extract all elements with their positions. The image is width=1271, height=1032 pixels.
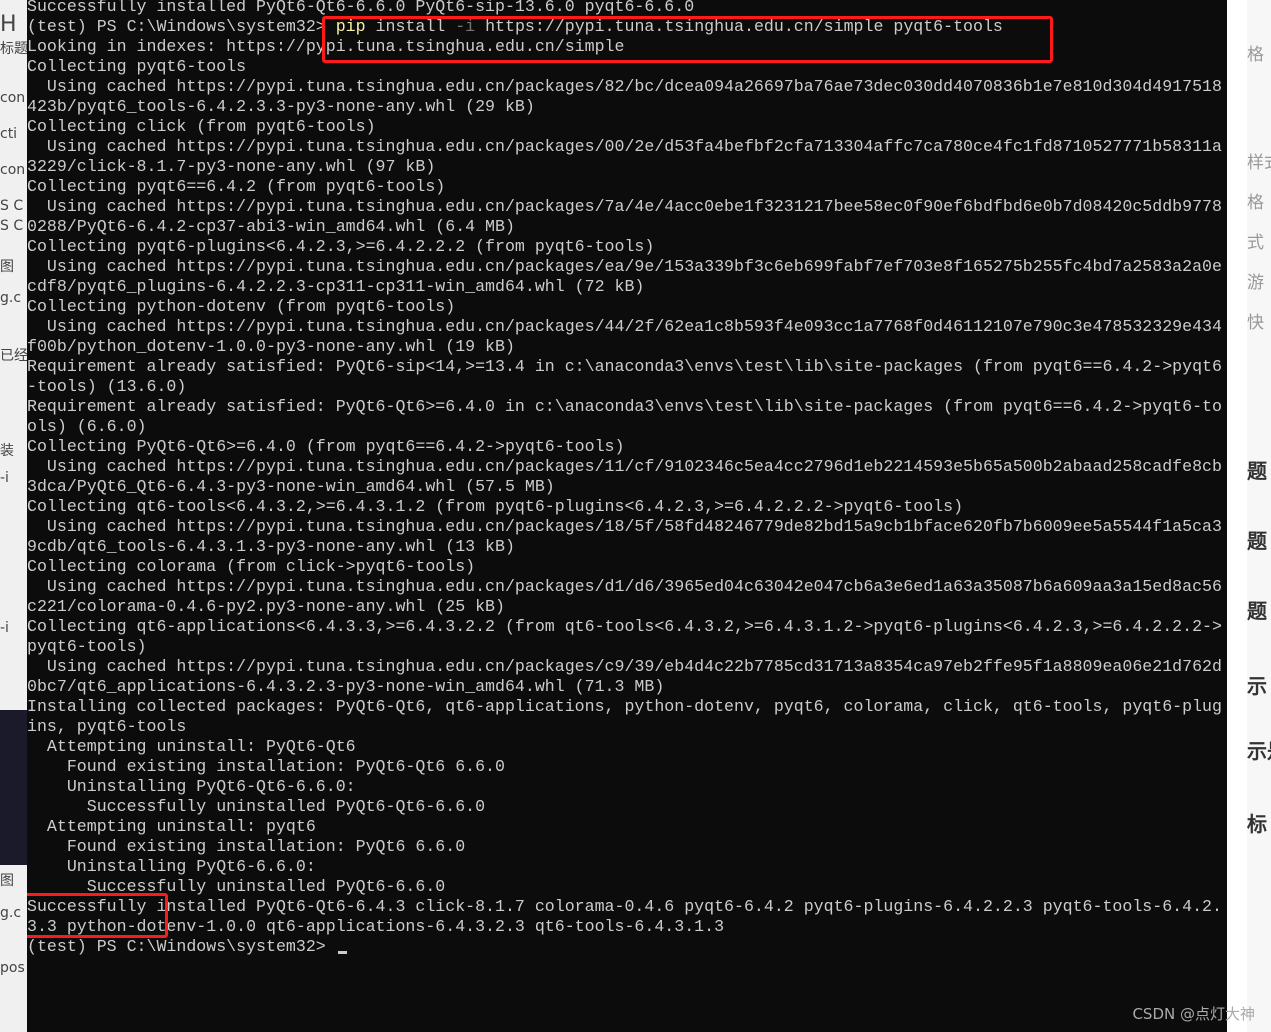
output-line: Using cached https://pypi.tuna.tsinghua.… [27,197,1222,216]
left-fragment: 装 [0,443,14,459]
output-line: Collecting pyqt6==6.4.2 (from pyqt6-tool… [27,177,446,196]
output-line: Using cached https://pypi.tuna.tsinghua.… [27,517,1222,536]
left-fragment: pos [0,960,25,976]
output-line: 3dca/PyQt6_Qt6-6.4.3-py3-none-win_amd64.… [27,477,555,496]
output-line: Uninstalling PyQt6-6.6.0: [27,857,316,876]
output-line: Using cached https://pypi.tuna.tsinghua.… [27,77,1222,96]
right-fragment: 格 [1247,193,1264,213]
left-fragment: 标题 [0,41,27,57]
right-fragment: 式 [1247,233,1264,253]
output-line: Using cached https://pypi.tuna.tsinghua.… [27,257,1222,276]
output-line: Found existing installation: PyQt6 6.6.0 [27,837,466,856]
right-fragment: 样式 [1247,153,1271,173]
output-line: 0288/PyQt6-6.4.2-cp37-abi3-win_amd64.whl… [27,217,515,236]
output-line: Attempting uninstall: pyqt6 [27,817,316,836]
output-line: Using cached https://pypi.tuna.tsinghua.… [27,317,1222,336]
terminal-window[interactable]: Successfully installed PyQt6-Qt6-6.6.0 P… [27,0,1227,1032]
prompt: (test) PS C:\Windows\system32> [27,17,336,36]
output-line: Collecting click (from pyqt6-tools) [27,117,376,136]
left-fragment: S C [0,218,24,234]
output-line: 0bc7/qt6_applications-6.4.3.2.3-py3-none… [27,677,665,696]
output-line: Attempting uninstall: PyQt6-Qt6 [27,737,356,756]
output-line: -tools) (13.6.0) [27,377,187,396]
output-line: c221/colorama-0.4.6-py2.py3-none-any.whl… [27,597,505,616]
right-fragment: 题 [1247,529,1267,553]
output-line: 3.3 python-dotenv-1.0.0 qt6-applications… [27,917,725,936]
left-fragment: 图 [0,259,14,275]
output-line: cdf8/pyqt6_plugins-6.4.2.2.3-cp311-cp311… [27,277,645,296]
output-line: Collecting PyQt6-Qt6>=6.4.0 (from pyqt6=… [27,437,625,456]
output-line: 3229/click-8.1.7-py3-none-any.whl (97 kB… [27,157,436,176]
output-line: Using cached https://pypi.tuna.tsinghua.… [27,457,1222,476]
output-line: Collecting qt6-tools<6.4.3.2,>=6.4.3.1.2… [27,497,964,516]
left-fragment: -i [0,620,9,636]
output-line: Requirement already satisfied: PyQt6-sip… [27,357,1222,376]
output-line: Installing collected packages: PyQt6-Qt6… [27,697,1222,716]
output-line: Using cached https://pypi.tuna.tsinghua.… [27,137,1222,156]
output-line: Successfully installed PyQt6-Qt6-6.4.3 c… [27,897,1222,916]
output-line: ins, pyqt6-tools [27,717,187,736]
right-fragment: 题 [1247,599,1267,623]
right-fragment: 示 [1247,674,1267,698]
right-fragment: 示是 [1247,739,1271,763]
output-line: pyqt6-tools) [27,637,147,656]
output-line: Collecting pyqt6-plugins<6.4.2.3,>=6.4.2… [27,237,655,256]
output-line: 423b/pyqt6_tools-6.4.2.3.3-py3-none-any.… [27,97,535,116]
output-line: Requirement already satisfied: PyQt6-Qt6… [27,397,1222,416]
output-line: Successfully installed PyQt6-Qt6-6.6.0 P… [27,0,695,16]
output-line: ols) (6.6.0) [27,417,147,436]
right-fragment: 题 [1247,459,1267,483]
output-line: f00b/python_dotenv-1.0.0-py3-none-any.wh… [27,337,515,356]
output-line: Collecting python-dotenv (from pyqt6-too… [27,297,456,316]
left-fragment: 图 [0,873,14,889]
cursor [337,951,347,954]
left-fragment: -i [0,470,9,486]
final-prompt-line: (test) PS C:\Windows\system32> [27,937,1222,957]
background-window-right: 格样式格式游快题题题示示是标 [1227,0,1271,1032]
output-line: Collecting qt6-applications<6.4.3.3,>=6.… [27,617,1222,636]
output-line: Collecting colorama (from click->pyqt6-t… [27,557,476,576]
terminal-output: Successfully installed PyQt6-Qt6-6.6.0 P… [27,0,1222,957]
left-fragment: H [0,12,17,37]
right-fragment: 快 [1247,313,1264,333]
background-thumbnail [0,710,27,865]
watermark: CSDN @点灯大神 [1132,1005,1255,1023]
right-fragment: 标 [1247,812,1267,836]
background-window-left: H 标题 con cti con S C S C 图 g.c 已经装 -i -i 图 g.c pos [0,0,27,1032]
output-line: Using cached https://pypi.tuna.tsinghua.… [27,577,1222,596]
output-line: Successfully uninstalled PyQt6-6.6.0 [27,877,446,896]
left-fragment: g.c [0,290,22,306]
left-fragment: con [0,162,26,178]
left-fragment: con [0,90,26,106]
output-line: Successfully uninstalled PyQt6-Qt6-6.6.0 [27,797,486,816]
right-fragment: 格 [1247,45,1264,65]
output-line: Using cached https://pypi.tuna.tsinghua.… [27,657,1222,676]
output-line: Uninstalling PyQt6-Qt6-6.6.0: [27,777,356,796]
output-line: 9cdb/qt6_tools-6.4.3.1.3-py3-none-any.wh… [27,537,515,556]
left-fragment: cti [0,126,18,142]
output-line: Found existing installation: PyQt6-Qt6 6… [27,757,505,776]
prompt: (test) PS C:\Windows\system32> [27,937,336,956]
highlight-box-success [27,893,168,938]
left-fragment: g.c [0,905,22,921]
left-fragment: S C [0,198,24,214]
right-fragment: 游 [1247,273,1264,293]
left-fragment: 已经 [0,348,27,364]
highlight-box-command [322,16,1053,63]
